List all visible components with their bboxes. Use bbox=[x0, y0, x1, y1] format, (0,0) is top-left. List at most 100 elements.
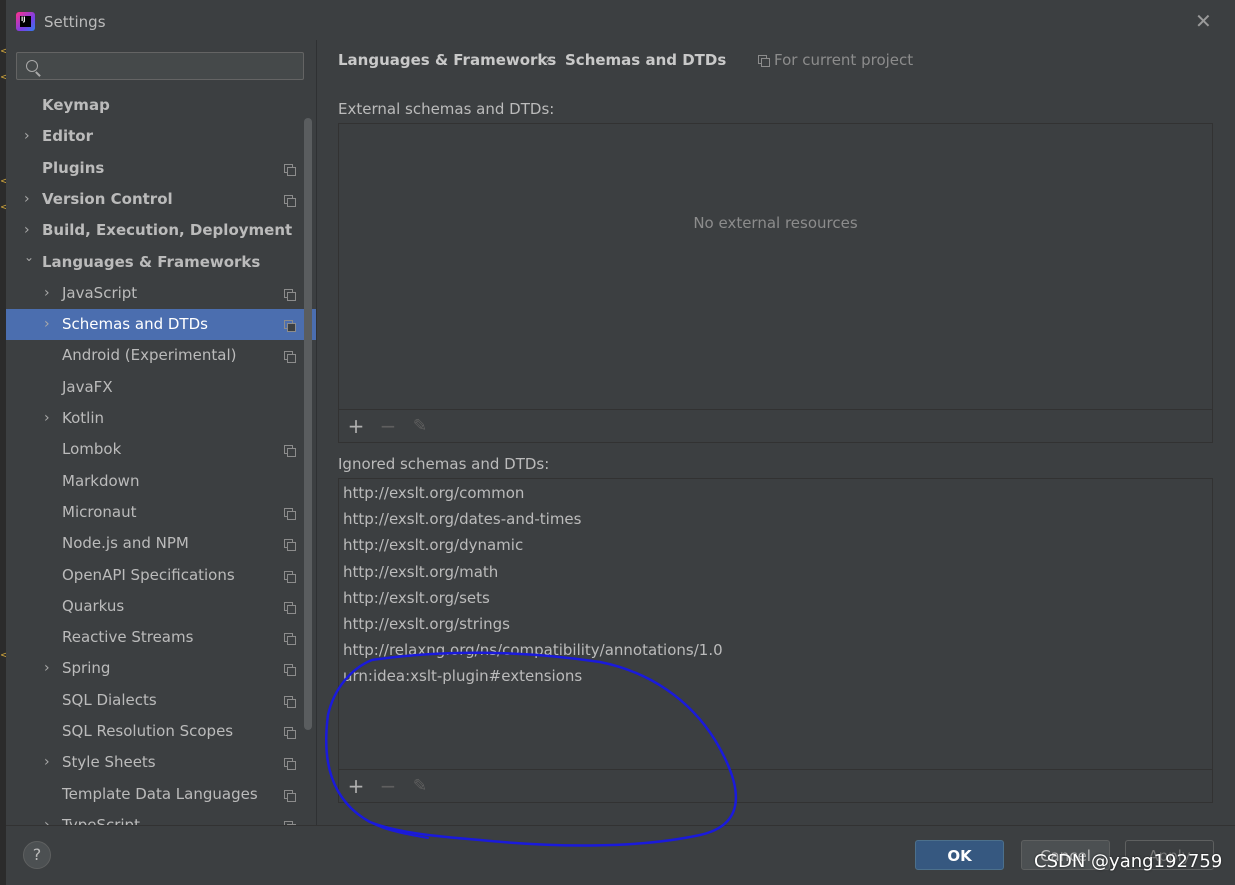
sidebar-item-label: OpenAPI Specifications bbox=[62, 565, 235, 584]
breadcrumb-current: Schemas and DTDs bbox=[565, 51, 727, 69]
sidebar-item[interactable]: Markdown bbox=[6, 466, 316, 497]
watermark-text: CSDN @yang192759 bbox=[1034, 851, 1223, 872]
sidebar-item-label: Style Sheets bbox=[62, 753, 156, 772]
edit-button[interactable]: ✎ bbox=[409, 775, 431, 797]
sidebar-item[interactable]: ⌄ Languages & Frameworks bbox=[6, 247, 316, 278]
copy-icon bbox=[284, 633, 296, 646]
sidebar-item[interactable]: JavaFX bbox=[6, 372, 316, 403]
sidebar-item[interactable]: › TypeScript bbox=[6, 810, 316, 825]
sidebar-item-label: Spring bbox=[62, 659, 111, 678]
list-item[interactable]: http://exslt.org/common bbox=[343, 484, 524, 502]
sidebar-item[interactable]: Template Data Languages bbox=[6, 779, 316, 810]
add-button[interactable]: + bbox=[345, 775, 367, 797]
copy-icon bbox=[284, 194, 296, 207]
copy-icon bbox=[284, 664, 296, 677]
sidebar-item[interactable]: OpenAPI Specifications bbox=[6, 560, 316, 591]
sidebar-item-label: Quarkus bbox=[62, 596, 125, 615]
ignored-schemas-panel[interactable]: http://exslt.org/common http://exslt.org/… bbox=[338, 478, 1213, 803]
copy-icon bbox=[284, 570, 296, 583]
sidebar-item-label: Kotlin bbox=[62, 409, 104, 427]
sidebar-item-label: Schemas and DTDs bbox=[62, 315, 208, 334]
empty-state-text: No external resources bbox=[693, 214, 858, 232]
sidebar-item[interactable]: SQL Resolution Scopes bbox=[6, 716, 316, 747]
chevron-right-icon[interactable]: › bbox=[44, 810, 50, 825]
edit-button[interactable]: ✎ bbox=[409, 415, 431, 437]
sidebar-item[interactable]: Plugins bbox=[6, 153, 316, 184]
sidebar-item[interactable]: Micronaut bbox=[6, 497, 316, 528]
ignored-schemas-label: Ignored schemas and DTDs: bbox=[338, 455, 550, 473]
sidebar-item[interactable]: › Schemas and DTDs bbox=[6, 309, 316, 341]
sidebar-item-label: Keymap bbox=[42, 96, 110, 114]
copy-icon bbox=[284, 320, 296, 333]
sidebar-item-label: Android (Experimental) bbox=[62, 346, 237, 365]
sidebar-item[interactable]: Lombok bbox=[6, 434, 316, 465]
sidebar-item[interactable]: › Build, Execution, Deployment bbox=[6, 215, 316, 246]
sidebar-item-label: Plugins bbox=[42, 158, 105, 177]
settings-content: Languages & Frameworks › Schemas and DTD… bbox=[316, 40, 1235, 825]
sidebar-item[interactable]: Reactive Streams bbox=[6, 622, 316, 653]
sidebar-scrollbar[interactable] bbox=[304, 118, 312, 730]
copy-icon bbox=[284, 727, 296, 739]
list-item[interactable]: http://relaxng.org/ns/compatibility/anno… bbox=[343, 641, 723, 659]
chevron-right-icon[interactable]: › bbox=[24, 121, 30, 152]
chevron-right-icon[interactable]: › bbox=[44, 653, 50, 684]
sidebar-item-label: Template Data Languages bbox=[62, 784, 258, 803]
copy-icon bbox=[758, 55, 770, 67]
chevron-right-icon[interactable]: › bbox=[44, 278, 50, 309]
copy-icon bbox=[284, 163, 296, 176]
sidebar-item[interactable]: › Kotlin bbox=[6, 403, 316, 434]
sidebar-item[interactable]: › Style Sheets bbox=[6, 747, 316, 778]
close-icon[interactable]: ✕ bbox=[1195, 11, 1212, 31]
breadcrumb-separator: › bbox=[545, 50, 551, 68]
help-button[interactable]: ? bbox=[23, 841, 51, 869]
sidebar-item[interactable]: Quarkus bbox=[6, 591, 316, 622]
settings-search-input[interactable] bbox=[16, 52, 304, 80]
external-schemas-panel[interactable]: No external resources + − ✎ bbox=[338, 123, 1213, 443]
list-item[interactable]: urn:idea:xslt-plugin#extensions bbox=[343, 667, 582, 685]
chevron-down-icon[interactable]: ⌄ bbox=[24, 242, 34, 273]
sidebar-item[interactable]: Node.js and NPM bbox=[6, 528, 316, 559]
breadcrumb-parent[interactable]: Languages & Frameworks bbox=[338, 51, 556, 69]
remove-button[interactable]: − bbox=[377, 775, 399, 797]
copy-icon bbox=[284, 445, 296, 458]
settings-dialog: Settings ✕ Keymap › Editor Plugins › Version … bbox=[6, 0, 1235, 885]
copy-icon bbox=[284, 539, 296, 552]
sidebar-item-label: Micronaut bbox=[62, 502, 137, 521]
chevron-right-icon[interactable]: › bbox=[44, 309, 50, 340]
sidebar-item-label: TypeScript bbox=[62, 815, 140, 825]
copy-icon bbox=[284, 601, 296, 614]
sidebar-item-label: Markdown bbox=[62, 471, 140, 490]
add-button[interactable]: + bbox=[345, 415, 367, 437]
sidebar-item[interactable]: › JavaScript bbox=[6, 278, 316, 309]
sidebar-item[interactable]: SQL Dialects bbox=[6, 685, 316, 716]
window-title: Settings bbox=[44, 13, 106, 31]
sidebar-item-label: Languages & Frameworks bbox=[42, 252, 261, 271]
sidebar-item-label: Editor bbox=[42, 127, 93, 146]
sidebar-item[interactable]: Keymap bbox=[6, 90, 316, 121]
chevron-right-icon[interactable]: › bbox=[24, 184, 30, 215]
sidebar-item-label: SQL Dialects bbox=[62, 690, 157, 709]
search-icon bbox=[26, 60, 38, 72]
ignored-toolbar: + − ✎ bbox=[339, 769, 1212, 802]
settings-sidebar: Keymap › Editor Plugins › Version Control › Bui… bbox=[6, 40, 316, 825]
sidebar-item-label: JavaScript bbox=[62, 283, 138, 302]
list-item[interactable]: http://exslt.org/dates-and-times bbox=[343, 510, 581, 528]
external-toolbar: + − ✎ bbox=[339, 409, 1212, 442]
chevron-right-icon[interactable]: › bbox=[44, 747, 50, 778]
list-item[interactable]: http://exslt.org/strings bbox=[343, 615, 510, 633]
copy-icon bbox=[284, 789, 296, 802]
external-schemas-label: External schemas and DTDs: bbox=[338, 100, 555, 118]
list-item[interactable]: http://exslt.org/math bbox=[343, 563, 498, 581]
title-bar: Settings ✕ bbox=[6, 0, 1235, 40]
sidebar-item[interactable]: Android (Experimental) bbox=[6, 340, 316, 371]
intellij-logo-icon bbox=[16, 12, 35, 31]
sidebar-item-label: Build, Execution, Deployment bbox=[42, 221, 293, 240]
ok-button[interactable]: OK bbox=[915, 840, 1004, 870]
sidebar-item[interactable]: › Editor bbox=[6, 121, 316, 152]
sidebar-item[interactable]: › Version Control bbox=[6, 184, 316, 215]
list-item[interactable]: http://exslt.org/sets bbox=[343, 589, 490, 607]
remove-button[interactable]: − bbox=[377, 415, 399, 437]
chevron-right-icon[interactable]: › bbox=[44, 403, 50, 434]
sidebar-item[interactable]: › Spring bbox=[6, 653, 316, 684]
list-item[interactable]: http://exslt.org/dynamic bbox=[343, 536, 523, 554]
